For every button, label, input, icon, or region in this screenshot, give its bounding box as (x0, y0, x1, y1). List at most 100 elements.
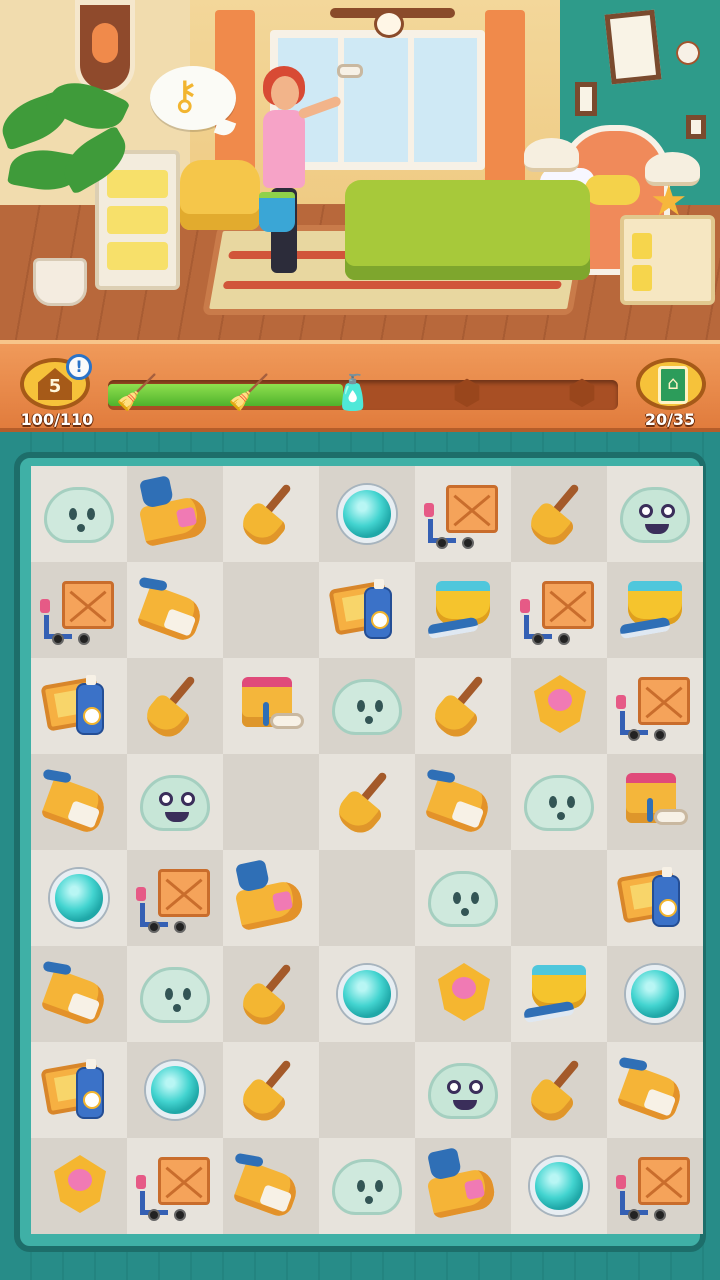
broom-icon[interactable] (136, 671, 214, 744)
broom-icon[interactable] (520, 1055, 598, 1128)
dustpan-icon[interactable] (40, 959, 118, 1029)
board-cell[interactable] (127, 850, 223, 946)
gem-icon[interactable] (328, 479, 406, 549)
dustpan-icon[interactable] (232, 1151, 310, 1221)
dust-ghost-icon[interactable] (328, 671, 406, 741)
broom-icon[interactable] (328, 767, 406, 840)
heart-amulet-icon[interactable] (40, 1151, 118, 1221)
tasks-badge[interactable]: ⌂ (636, 358, 706, 410)
broom-icon[interactable] (232, 1055, 310, 1128)
cloth-roll-icon[interactable] (136, 475, 214, 549)
board-cell[interactable] (31, 466, 127, 562)
board-cell[interactable] (511, 754, 607, 850)
board-cell[interactable] (319, 946, 415, 1042)
dustpan-icon[interactable] (136, 575, 214, 645)
armchair[interactable] (180, 160, 260, 230)
milestone-locked-reward-icon[interactable]: ⬢ (555, 368, 609, 418)
board-cell[interactable] (127, 562, 223, 658)
board-cell[interactable] (511, 1138, 607, 1234)
board-cell[interactable] (511, 562, 607, 658)
board-cell[interactable] (127, 754, 223, 850)
board-cell[interactable] (319, 562, 415, 658)
board-cell[interactable] (607, 562, 703, 658)
milestone-spray-bottle-icon[interactable]: 🧴 (326, 368, 380, 418)
board-cell[interactable] (127, 658, 223, 754)
dust-ghost-icon[interactable] (40, 479, 118, 549)
board-cell[interactable] (607, 466, 703, 562)
spray-bottle-icon[interactable] (40, 671, 118, 741)
crate-trolley-icon[interactable] (424, 479, 502, 549)
board-cell[interactable] (511, 466, 607, 562)
gem-icon[interactable] (520, 1151, 598, 1221)
room-scene[interactable]: ★ ⚷ (0, 0, 720, 340)
board-cell[interactable] (319, 754, 415, 850)
dust-ghost-icon[interactable] (424, 863, 502, 933)
board-cell[interactable] (31, 1138, 127, 1234)
board-cell[interactable] (223, 658, 319, 754)
crate-trolley-icon[interactable] (136, 1151, 214, 1221)
bucket-brush-icon[interactable] (616, 575, 694, 645)
broom-icon[interactable] (232, 959, 310, 1032)
cloth-roll-icon[interactable] (424, 1147, 502, 1221)
gem-icon[interactable] (40, 863, 118, 933)
gem-icon[interactable] (328, 959, 406, 1029)
board-cell[interactable] (607, 946, 703, 1042)
broom-icon[interactable] (232, 479, 310, 552)
board-cell[interactable] (31, 754, 127, 850)
board-cell[interactable] (607, 754, 703, 850)
board-cell[interactable] (31, 850, 127, 946)
board-cell[interactable] (607, 850, 703, 946)
board-cell[interactable] (31, 562, 127, 658)
broom-icon[interactable] (520, 479, 598, 552)
crate-trolley-icon[interactable] (136, 863, 214, 933)
board-cell[interactable] (31, 946, 127, 1042)
board-cell[interactable] (223, 850, 319, 946)
board-cell[interactable] (319, 850, 415, 946)
spray-bottle-icon[interactable] (616, 863, 694, 933)
board-cell[interactable] (415, 1138, 511, 1234)
board-cell[interactable] (415, 466, 511, 562)
paint-can-icon[interactable] (616, 767, 694, 837)
board-cell[interactable] (319, 1138, 415, 1234)
bucket-brush-icon[interactable] (520, 959, 598, 1029)
dustpan-icon[interactable] (616, 1055, 694, 1125)
board-cell[interactable] (511, 850, 607, 946)
board-cell[interactable] (607, 1042, 703, 1138)
paint-can-icon[interactable] (232, 671, 310, 741)
dust-monster-icon[interactable] (424, 1055, 502, 1125)
board-cell[interactable] (319, 658, 415, 754)
crate-trolley-icon[interactable] (616, 1151, 694, 1221)
crate-trolley-icon[interactable] (40, 575, 118, 645)
board-cell[interactable] (223, 1138, 319, 1234)
board-cell[interactable] (127, 1138, 223, 1234)
board-cell[interactable] (223, 946, 319, 1042)
board-cell[interactable] (415, 1042, 511, 1138)
alert-badge[interactable]: ! (66, 354, 92, 380)
board-cell[interactable] (31, 658, 127, 754)
board-cell[interactable] (415, 754, 511, 850)
spray-bottle-icon[interactable] (40, 1055, 118, 1125)
dust-ghost-icon[interactable] (520, 767, 598, 837)
crate-trolley-icon[interactable] (520, 575, 598, 645)
dustpan-icon[interactable] (424, 767, 502, 837)
bed[interactable] (345, 180, 590, 280)
board-cell[interactable] (127, 1042, 223, 1138)
heart-amulet-icon[interactable] (520, 671, 598, 741)
spray-bottle-icon[interactable] (328, 575, 406, 645)
milestone-broom-icon[interactable]: 🧹 (222, 368, 276, 418)
board-cell[interactable] (511, 1042, 607, 1138)
heart-amulet-icon[interactable] (424, 959, 502, 1029)
milestone-dustpan-icon[interactable]: 🧹 (110, 368, 164, 418)
gem-icon[interactable] (136, 1055, 214, 1125)
broom-icon[interactable] (424, 671, 502, 744)
board-cell[interactable] (127, 946, 223, 1042)
crate-trolley-icon[interactable] (616, 671, 694, 741)
bucket-brush-icon[interactable] (424, 575, 502, 645)
board-cell[interactable] (511, 946, 607, 1042)
board-cell[interactable] (511, 658, 607, 754)
board-cell[interactable] (415, 562, 511, 658)
board-cell[interactable] (415, 946, 511, 1042)
character-painter[interactable] (255, 62, 363, 287)
dust-ghost-icon[interactable] (136, 959, 214, 1029)
board-cell[interactable] (319, 1042, 415, 1138)
